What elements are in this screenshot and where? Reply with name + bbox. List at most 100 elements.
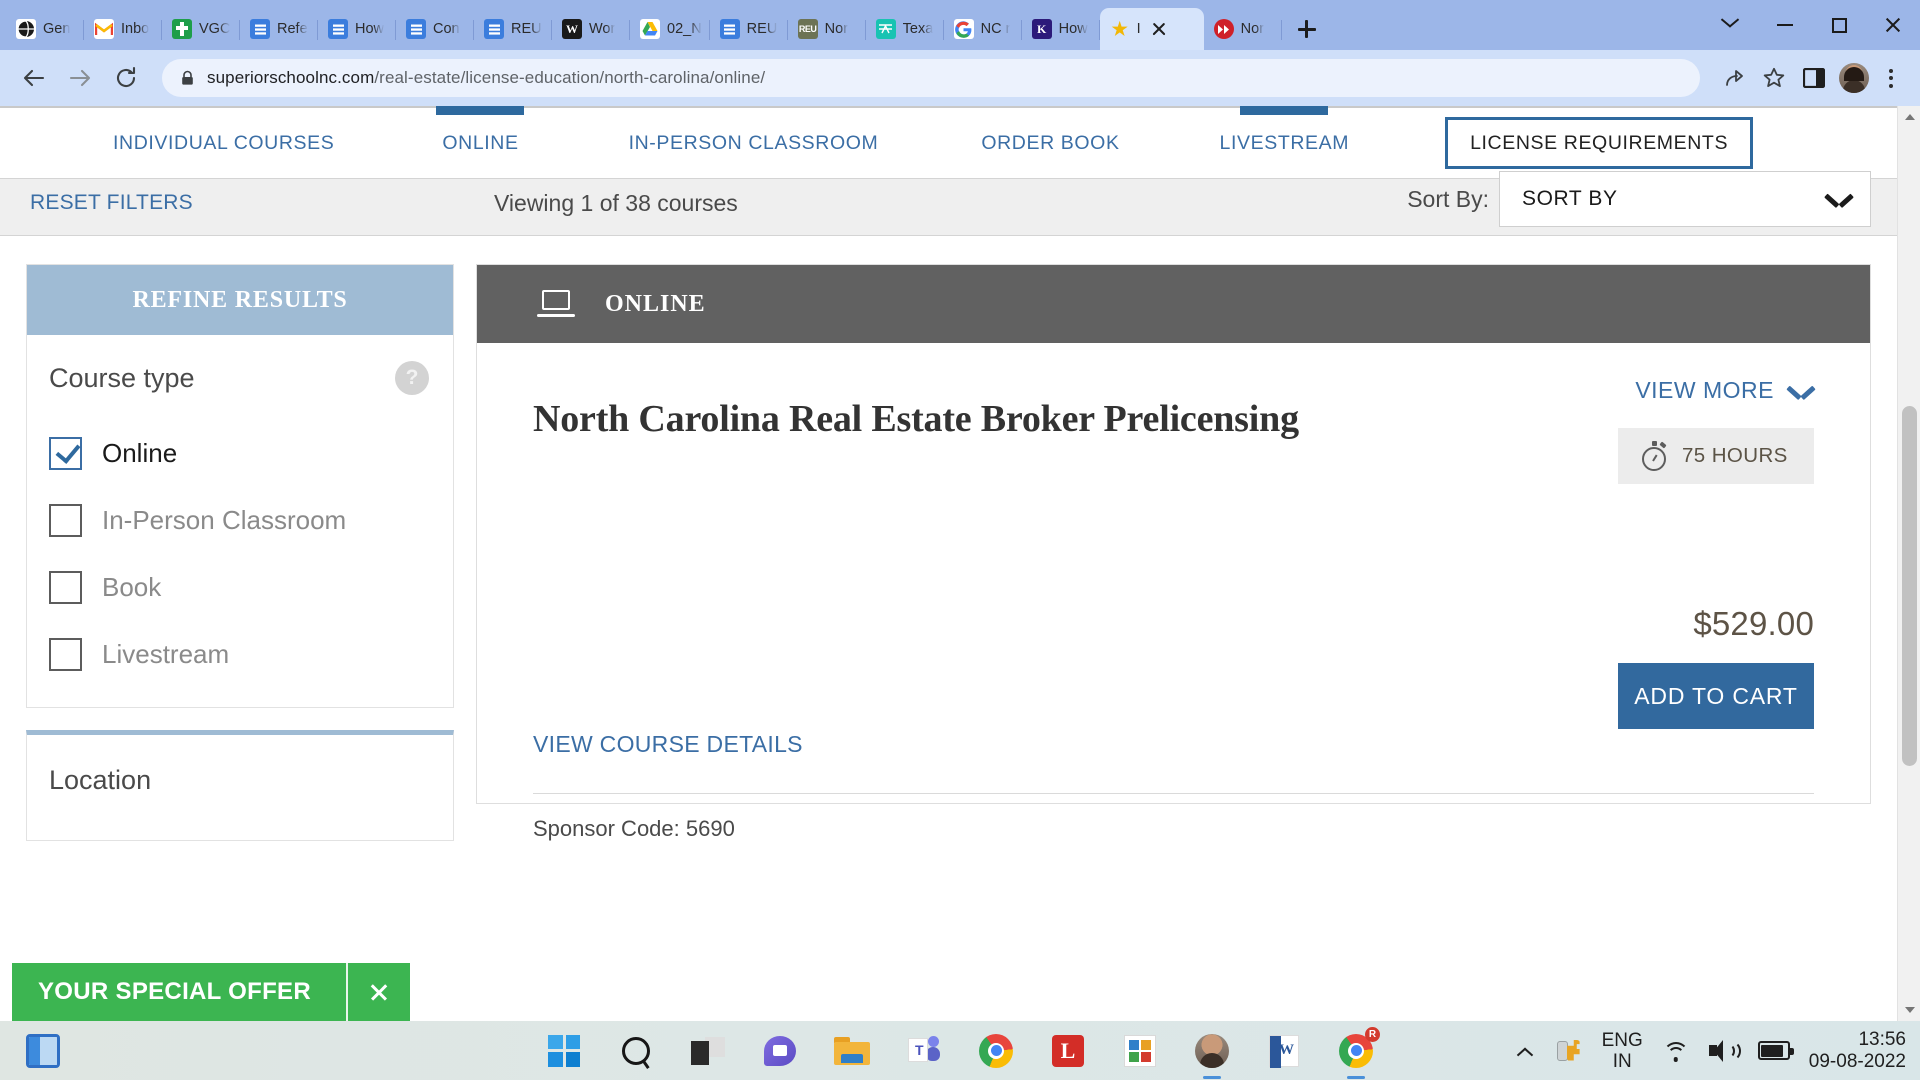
minimize-button[interactable] [1758,0,1812,50]
course-category-nav: INDIVIDUAL COURSES ONLINE IN-PERSON CLAS… [0,106,1897,178]
caret-down-icon [1904,1007,1915,1013]
browser-tab[interactable]: REU [474,8,552,50]
edge-button[interactable] [975,1030,1017,1072]
tab-search-button[interactable] [1704,0,1758,50]
browser-tab[interactable]: Gen [6,8,84,50]
browser-tab[interactable]: How [318,8,396,50]
lastpass-button[interactable]: L [1047,1030,1089,1072]
nav-in-person-classroom[interactable]: IN-PERSON CLASSROOM [629,108,879,178]
address-bar[interactable]: superiorschoolnc.com/real-estate/license… [162,59,1700,97]
checkbox-label: In-Person Classroom [102,505,347,535]
sort-by-select[interactable]: SORT BY [1499,171,1871,227]
scroll-up-button[interactable] [1898,106,1920,128]
browser-tab[interactable]: Texa [866,8,944,50]
checkbox-book[interactable] [49,571,82,604]
special-offer-banner[interactable]: YOUR SPECIAL OFFER [12,963,410,1021]
search-button[interactable] [615,1030,657,1072]
checkbox-in-person-classroom[interactable] [49,504,82,537]
reu-icon: REU [797,19,818,39]
checkbox-label: Book [102,572,162,602]
browser-tab[interactable]: REU [710,8,788,50]
photos-button[interactable] [1191,1030,1233,1072]
view-more-toggle[interactable]: VIEW MORE [1635,377,1814,404]
filter-option-online[interactable]: Online [49,437,429,470]
checkbox-online[interactable] [49,437,82,470]
nav-individual-courses[interactable]: INDIVIDUAL COURSES [113,108,334,178]
browser-tab[interactable]: Refe [240,8,318,50]
browser-tab[interactable]: K How [1022,8,1100,50]
keys-icon[interactable] [1555,1038,1583,1064]
filter-option-in-person-classroom[interactable]: In-Person Classroom [49,504,429,537]
file-explorer-button[interactable] [831,1030,873,1072]
browser-tab[interactable]: 02_N [630,8,710,50]
doc-icon [328,19,348,39]
teams-button[interactable] [903,1030,945,1072]
special-offer-close-button[interactable] [346,963,410,1021]
forward-button[interactable] [60,58,100,98]
bookmark-star-icon[interactable] [1756,60,1792,96]
close-window-button[interactable] [1866,0,1920,50]
clock[interactable]: 13:56 09-08-2022 [1809,1029,1906,1073]
battery-icon[interactable] [1757,1041,1794,1060]
browser-tab[interactable]: Con [396,8,474,50]
language-indicator[interactable]: ENG IN [1602,1030,1643,1072]
back-button[interactable] [14,58,54,98]
browser-tab[interactable]: W Wor [552,8,630,50]
chrome-button[interactable]: R [1335,1026,1380,1072]
checkbox-livestream[interactable] [49,638,82,671]
special-offer-label[interactable]: YOUR SPECIAL OFFER [12,963,346,1021]
wifi-icon[interactable] [1662,1040,1690,1062]
browser-tab-active[interactable]: ★ I [1099,8,1204,50]
side-panel-button[interactable] [1796,60,1832,96]
filter-option-livestream[interactable]: Livestream [49,638,429,671]
browser-tab[interactable]: Inbo [84,8,162,50]
close-icon[interactable] [1150,20,1168,38]
widgets-button[interactable] [22,1030,64,1072]
window-controls [1704,0,1920,50]
show-hidden-icons-button[interactable] [1516,1044,1536,1058]
chrome-menu-button[interactable] [1876,62,1906,94]
nav-online[interactable]: ONLINE [436,106,525,178]
page-scrollbar[interactable] [1897,106,1920,1021]
help-icon[interactable]: ? [395,361,429,395]
web-page: INDIVIDUAL COURSES ONLINE IN-PERSON CLAS… [0,106,1897,1021]
maximize-button[interactable] [1812,0,1866,50]
course-hours-badge: 75 HOURS [1618,428,1814,484]
sponsor-code: Sponsor Code: 5690 [533,816,735,841]
browser-tab[interactable]: REU Nor [788,8,866,50]
browser-tab[interactable]: VGC [162,8,240,50]
new-tab-button[interactable] [1290,12,1324,46]
start-button[interactable] [543,1030,585,1072]
nav-license-requirements[interactable]: LICENSE REQUIREMENTS [1445,117,1754,169]
scroll-down-button[interactable] [1898,999,1920,1021]
sort-by-label: Sort By: [1407,185,1489,212]
gmail-icon [94,19,114,39]
fastforward-icon [1213,19,1234,39]
nav-livestream[interactable]: LIVESTREAM [1220,106,1350,178]
browser-window: Gen Inbo VGC Refe How Con REU W Wor 02_N… [0,0,1920,1021]
volume-icon[interactable] [1708,1039,1741,1062]
location-filter-panel: Location [26,730,454,841]
reset-filters-link[interactable]: RESET FILTERS [30,191,193,215]
task-view-button[interactable] [687,1030,729,1072]
view-course-details-link[interactable]: VIEW COURSE DETAILS [533,731,803,758]
chat-icon [764,1035,796,1066]
filter-option-book[interactable]: Book [49,571,429,604]
close-icon [1884,16,1902,34]
course-type-options: Online In-Person Classroom Book Livestre… [49,437,429,671]
word-icon: W [1269,1034,1299,1068]
browser-tab[interactable]: Nor [1204,8,1282,50]
scrollbar-thumb[interactable] [1902,406,1917,766]
teams-icon [908,1035,940,1066]
google-drive-icon [640,19,660,39]
browser-tab[interactable]: NC r [944,8,1022,50]
profile-avatar[interactable] [1836,60,1872,96]
reload-button[interactable] [106,58,146,98]
microsoft-store-button[interactable] [1119,1030,1161,1072]
sort-by-value: SORT BY [1522,187,1618,210]
add-to-cart-button[interactable]: ADD TO CART [1618,663,1814,729]
word-button[interactable]: W [1263,1030,1305,1072]
share-button[interactable] [1716,60,1752,96]
nav-order-book[interactable]: ORDER BOOK [981,108,1119,178]
chat-button[interactable] [759,1030,801,1072]
